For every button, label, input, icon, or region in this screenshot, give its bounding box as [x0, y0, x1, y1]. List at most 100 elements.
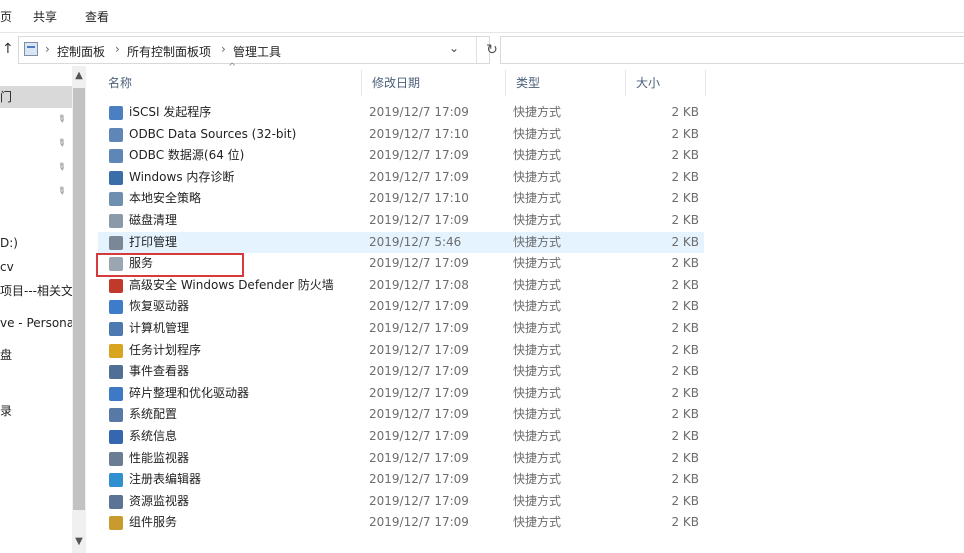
file-name: 任务计划程序 [129, 342, 202, 357]
scroll-up-icon[interactable]: ▲ [72, 70, 86, 81]
file-size: 2 KB [671, 126, 699, 141]
nav-scrollbar[interactable]: ▲ ▼ [72, 66, 86, 553]
ribbon-tab-partial[interactable]: 页 [0, 8, 12, 25]
file-name: ODBC Data Sources (32-bit) [129, 126, 297, 141]
file-row[interactable]: 任务计划程序 2019/12/7 17:09 快捷方式 2 KB [98, 340, 704, 362]
address-dropdown-icon[interactable]: ⌄ [449, 41, 459, 55]
task-scheduler-icon [109, 343, 123, 358]
file-date: 2019/12/7 17:09 [369, 321, 469, 335]
file-row[interactable]: 计算机管理 2019/12/7 17:09 快捷方式 2 KB [98, 318, 704, 340]
breadcrumb-admin-tools[interactable]: 管理工具 [233, 43, 281, 60]
chevron-right-icon[interactable]: › [115, 42, 120, 56]
file-date: 2019/12/7 17:10 [369, 191, 469, 206]
address-bar[interactable]: › 控制面板 › 所有控制面板项 › 管理工具 ⌄ ↻ [18, 36, 498, 64]
nav-item[interactable]: ve - Personal [0, 312, 72, 334]
file-row[interactable]: 碎片整理和优化驱动器 2019/12/7 17:09 快捷方式 2 KB [98, 383, 704, 405]
file-type: 快捷方式 [513, 169, 562, 184]
file-size: 2 KB [671, 299, 699, 314]
file-date: 2019/12/7 17:09 [369, 105, 469, 119]
file-row[interactable]: 系统信息 2019/12/7 17:09 快捷方式 2 KB [98, 426, 704, 448]
file-row[interactable]: 恢复驱动器 2019/12/7 17:09 快捷方式 2 KB [98, 296, 704, 318]
scroll-down-icon[interactable]: ▼ [72, 536, 86, 547]
pin-icon[interactable]: ✎ [54, 185, 67, 199]
file-type: 快捷方式 [513, 321, 562, 335]
odbc-icon [109, 149, 123, 164]
file-size: 2 KB [671, 450, 699, 465]
file-type: 快捷方式 [513, 342, 562, 357]
file-row[interactable]: ODBC 数据源(64 位) 2019/12/7 17:09 快捷方式 2 KB [98, 145, 704, 167]
column-header-date[interactable]: 修改日期 [362, 70, 506, 96]
file-row[interactable]: 高级安全 Windows Defender 防火墙 2019/12/7 17:08… [98, 275, 704, 297]
file-name: 注册表编辑器 [129, 472, 202, 487]
file-type: 快捷方式 [513, 148, 562, 163]
file-name: 组件服务 [129, 515, 178, 530]
file-name: 磁盘清理 [129, 213, 178, 227]
security-policy-icon [109, 192, 123, 207]
up-arrow-icon[interactable]: ↑ [2, 41, 14, 57]
file-size: 2 KB [671, 321, 699, 335]
nav-item[interactable]: 录 [0, 400, 72, 422]
file-name: Windows 内存诊断 [129, 169, 235, 184]
file-size: 2 KB [671, 256, 699, 271]
breadcrumb-all-items[interactable]: 所有控制面板项 [127, 43, 211, 60]
file-date: 2019/12/7 17:09 [369, 407, 469, 422]
defrag-icon [109, 386, 123, 401]
file-type: 快捷方式 [513, 385, 562, 400]
file-type: 快捷方式 [513, 450, 562, 465]
nav-item[interactable]: D:) [0, 232, 72, 254]
file-size: 2 KB [671, 407, 699, 422]
chevron-right-icon[interactable]: › [221, 42, 226, 56]
file-row[interactable]: 组件服务 2019/12/7 17:09 快捷方式 2 KB [98, 512, 704, 534]
file-row[interactable]: 系统配置 2019/12/7 17:09 快捷方式 2 KB [98, 404, 704, 426]
file-row[interactable]: 注册表编辑器 2019/12/7 17:09 快捷方式 2 KB [98, 469, 704, 491]
file-date: 2019/12/7 17:09 [369, 493, 469, 508]
file-size: 2 KB [671, 342, 699, 357]
file-name: 恢复驱动器 [129, 299, 190, 314]
nav-item[interactable]: 门 [0, 86, 72, 108]
file-type: 快捷方式 [513, 407, 562, 422]
control-panel-icon [24, 42, 38, 56]
ribbon-tab-view[interactable]: 查看 [85, 8, 109, 25]
file-size: 2 KB [671, 493, 699, 508]
file-type: 快捷方式 [513, 126, 562, 141]
file-type: 快捷方式 [513, 234, 562, 249]
file-size: 2 KB [671, 105, 699, 119]
column-header-type[interactable]: 类型 [506, 70, 626, 96]
file-date: 2019/12/7 17:09 [369, 385, 469, 400]
ribbon-tab-share[interactable]: 共享 [33, 8, 57, 25]
file-row[interactable]: ODBC Data Sources (32-bit) 2019/12/7 17:1… [98, 124, 704, 146]
file-size: 2 KB [671, 234, 699, 249]
column-header-name[interactable]: 名称 [98, 70, 362, 96]
file-size: 2 KB [671, 515, 699, 530]
file-row[interactable]: 性能监视器 2019/12/7 17:09 快捷方式 2 KB [98, 448, 704, 470]
file-size: 2 KB [671, 148, 699, 163]
scroll-thumb[interactable] [73, 88, 85, 510]
nav-item[interactable]: 盘 [0, 344, 72, 366]
file-size: 2 KB [671, 364, 699, 379]
file-row[interactable]: 磁盘清理 2019/12/7 17:09 快捷方式 2 KB [98, 210, 704, 232]
file-name: 性能监视器 [129, 450, 190, 465]
pin-icon[interactable]: ✎ [54, 161, 67, 175]
file-size: 2 KB [671, 169, 699, 184]
file-type: 快捷方式 [513, 364, 562, 379]
nav-item[interactable]: 项目---相关文 [0, 280, 72, 302]
file-row[interactable]: Windows 内存诊断 2019/12/7 17:09 快捷方式 2 KB [98, 167, 704, 189]
file-name: 碎片整理和优化驱动器 [129, 385, 250, 400]
breadcrumb-control-panel[interactable]: 控制面板 [57, 43, 105, 60]
file-row[interactable]: 事件查看器 2019/12/7 17:09 快捷方式 2 KB [98, 361, 704, 383]
column-header-size[interactable]: 大小 [626, 70, 706, 96]
file-date: 2019/12/7 17:08 [369, 277, 469, 292]
search-input[interactable] [500, 36, 964, 64]
chevron-right-icon[interactable]: › [45, 42, 50, 56]
file-type: 快捷方式 [513, 472, 562, 487]
file-name: 资源监视器 [129, 493, 190, 508]
file-row[interactable]: 本地安全策略 2019/12/7 17:10 快捷方式 2 KB [98, 188, 704, 210]
file-row[interactable]: iSCSI 发起程序 2019/12/7 17:09 快捷方式 2 KB [98, 102, 704, 124]
pin-icon[interactable]: ✎ [54, 113, 67, 127]
file-name: ODBC 数据源(64 位) [129, 148, 245, 163]
pin-icon[interactable]: ✎ [54, 137, 67, 151]
file-row[interactable]: 打印管理 2019/12/7 5:46 快捷方式 2 KB [98, 231, 704, 254]
file-type: 快捷方式 [513, 213, 562, 227]
file-row[interactable]: 资源监视器 2019/12/7 17:09 快捷方式 2 KB [98, 491, 704, 513]
nav-item[interactable]: cv [0, 256, 72, 278]
